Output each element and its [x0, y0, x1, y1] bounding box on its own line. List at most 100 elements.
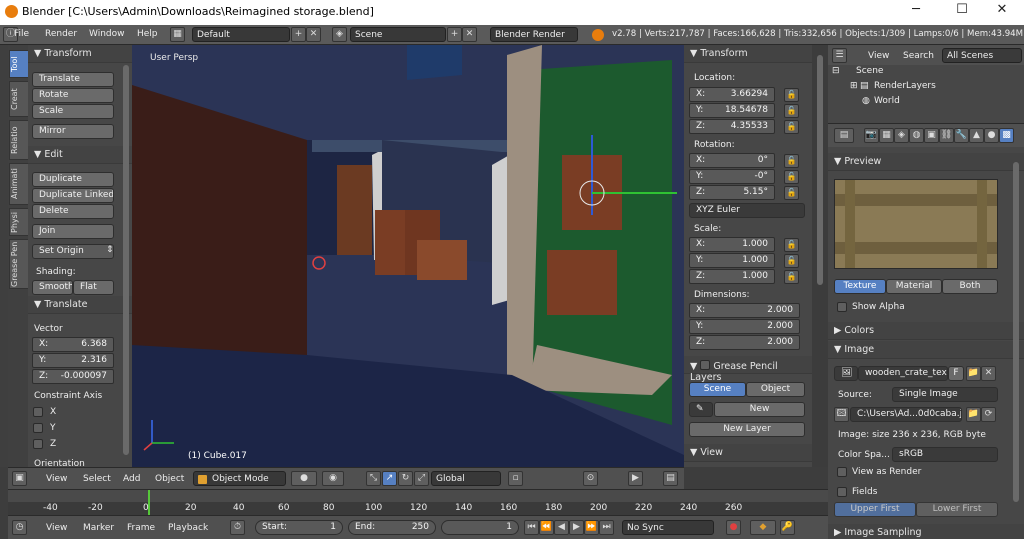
- fields-checkbox[interactable]: [837, 487, 847, 497]
- menu-view[interactable]: View: [46, 474, 67, 484]
- outliner-display-select[interactable]: All Scenes: [942, 48, 1022, 63]
- menu-help[interactable]: Help: [137, 29, 158, 39]
- lock-icon[interactable]: 🔓: [784, 186, 799, 200]
- scale-button[interactable]: Scale: [32, 104, 114, 119]
- vector-x-field[interactable]: X: 6.368: [32, 337, 114, 352]
- rotate-button[interactable]: Rotate: [32, 88, 114, 103]
- properties-scrollbar[interactable]: [1013, 162, 1019, 502]
- render-preview-icon[interactable]: ▶: [628, 471, 643, 486]
- scene-tab-icon[interactable]: ◈: [894, 128, 909, 143]
- tab-create[interactable]: Creat: [9, 81, 29, 117]
- gp-object-button[interactable]: Object: [746, 382, 805, 397]
- modifiers-tab-icon[interactable]: 🔧: [954, 128, 969, 143]
- current-frame-field[interactable]: 1: [441, 520, 519, 535]
- viewport-shading-icon[interactable]: ●: [291, 471, 317, 486]
- scale-y-field[interactable]: Y: 1.000: [689, 253, 775, 268]
- source-select[interactable]: Single Image: [892, 387, 998, 402]
- timeline-playback-menu[interactable]: Playback: [168, 523, 208, 533]
- lock-icon[interactable]: 🔓: [784, 270, 799, 284]
- prev-keyframe-icon[interactable]: ⏪: [539, 520, 554, 535]
- preview-both-button[interactable]: Both: [942, 279, 998, 294]
- image-path-field[interactable]: C:\Users\Ad...0d0caba.jpg: [850, 407, 962, 422]
- minimize-button[interactable]: ─: [900, 2, 932, 22]
- preview-texture-button[interactable]: Texture: [834, 279, 886, 294]
- manipulator-icon[interactable]: ⤡: [366, 471, 381, 486]
- play-reverse-icon[interactable]: ◀: [554, 520, 569, 535]
- lock-icon[interactable]: 🔓: [784, 104, 799, 118]
- lock-icon[interactable]: 🔓: [784, 170, 799, 184]
- show-alpha-checkbox[interactable]: [837, 302, 847, 312]
- menu-window[interactable]: Window: [89, 29, 125, 39]
- viewport-3d[interactable]: User Persp (1) Cube.017: [132, 45, 684, 467]
- scale-manipulator-icon[interactable]: ⤢: [414, 471, 429, 486]
- set-origin-dropdown[interactable]: Set Origin: [32, 244, 114, 259]
- jump-end-icon[interactable]: ⏭: [599, 520, 614, 535]
- outliner-scene[interactable]: Scene: [856, 66, 883, 76]
- operator-panel-title[interactable]: Translate: [44, 299, 87, 310]
- tab-relations[interactable]: Relatio: [9, 120, 29, 160]
- layers-tab-icon[interactable]: ▦: [879, 128, 894, 143]
- data-tab-icon[interactable]: ▲: [969, 128, 984, 143]
- constraint-z-checkbox[interactable]: [33, 439, 43, 449]
- preview-title[interactable]: Preview: [844, 156, 881, 167]
- object-tab-icon[interactable]: ▣: [924, 128, 939, 143]
- outliner-render-layers[interactable]: RenderLayers: [874, 81, 936, 91]
- upper-first-button[interactable]: Upper First: [834, 502, 916, 517]
- color-space-select[interactable]: sRGB: [892, 447, 998, 462]
- tool-shelf-scrollbar[interactable]: [123, 65, 129, 455]
- open-image-icon[interactable]: 📁: [966, 366, 981, 381]
- world-tab-icon[interactable]: ◍: [909, 128, 924, 143]
- timeline-frame-menu[interactable]: Frame: [127, 523, 155, 533]
- view-as-render-checkbox[interactable]: [837, 467, 847, 477]
- grease-pencil-checkbox[interactable]: [700, 360, 711, 370]
- end-frame-field[interactable]: End: 250: [348, 520, 436, 535]
- maximize-button[interactable]: ☐: [946, 2, 978, 22]
- sync-mode-select[interactable]: No Sync: [622, 520, 714, 535]
- outliner-world[interactable]: World: [874, 96, 900, 106]
- rotation-x-field[interactable]: X: 0°: [689, 153, 775, 168]
- gp-scene-button[interactable]: Scene: [689, 382, 746, 397]
- dimension-y-field[interactable]: Y: 2.000: [689, 319, 800, 334]
- keying-set-icon[interactable]: ◆: [750, 520, 776, 535]
- translate-manipulator-icon[interactable]: ↗: [382, 471, 397, 486]
- scale-z-field[interactable]: Z: 1.000: [689, 269, 775, 284]
- location-y-field[interactable]: Y: 18.54678: [689, 103, 775, 118]
- gp-new-layer-button[interactable]: New Layer: [689, 422, 805, 437]
- preview-material-button[interactable]: Material: [886, 279, 942, 294]
- smooth-button[interactable]: Smooth: [32, 280, 73, 295]
- duplicate-linked-button[interactable]: Duplicate Linked: [32, 188, 114, 203]
- duplicate-button[interactable]: Duplicate: [32, 172, 114, 187]
- lower-first-button[interactable]: Lower First: [916, 502, 998, 517]
- editor-type-3d-icon[interactable]: ▣: [12, 471, 27, 486]
- remove-layout-icon[interactable]: ✕: [306, 27, 321, 42]
- constraint-x-checkbox[interactable]: [33, 407, 43, 417]
- lock-icon[interactable]: 🔓: [784, 238, 799, 252]
- transform-panel-title[interactable]: Transform: [44, 48, 91, 59]
- outliner-view-menu[interactable]: View: [868, 51, 889, 61]
- pencil-icon[interactable]: ✎: [689, 402, 713, 417]
- delete-button[interactable]: Delete: [32, 204, 114, 219]
- insert-keyframe-icon[interactable]: 🔑: [780, 520, 795, 535]
- texture-tab-icon[interactable]: ▩: [999, 128, 1014, 143]
- image-title[interactable]: Image: [844, 344, 874, 355]
- reload-icon[interactable]: ⟳: [981, 407, 996, 422]
- join-button[interactable]: Join: [32, 224, 114, 239]
- timeline-marker-menu[interactable]: Marker: [83, 523, 114, 533]
- edit-panel-title[interactable]: Edit: [44, 149, 62, 160]
- lock-icon[interactable]: 🔓: [784, 154, 799, 168]
- pivot-point-icon[interactable]: ◉: [322, 471, 344, 486]
- scale-x-field[interactable]: X: 1.000: [689, 237, 775, 252]
- properties-editor-icon[interactable]: ▤: [834, 128, 854, 143]
- colors-title[interactable]: Colors: [844, 325, 874, 336]
- outliner-search-menu[interactable]: Search: [903, 51, 934, 61]
- layout-select[interactable]: Default: [192, 27, 290, 42]
- timeline-ruler[interactable]: -40 -20 0 20 40 60 80 100 120 140 160 18…: [8, 489, 828, 516]
- menu-add[interactable]: Add: [123, 474, 140, 484]
- browse-folder-icon[interactable]: 📁: [966, 407, 981, 422]
- snap-icon[interactable]: ⊙: [583, 471, 598, 486]
- layout-grid-icon[interactable]: ▦: [170, 27, 185, 42]
- play-icon[interactable]: ▶: [569, 520, 584, 535]
- dimension-x-field[interactable]: X: 2.000: [689, 303, 800, 318]
- lock-icon[interactable]: 🔓: [784, 254, 799, 268]
- dimension-z-field[interactable]: Z: 2.000: [689, 335, 800, 350]
